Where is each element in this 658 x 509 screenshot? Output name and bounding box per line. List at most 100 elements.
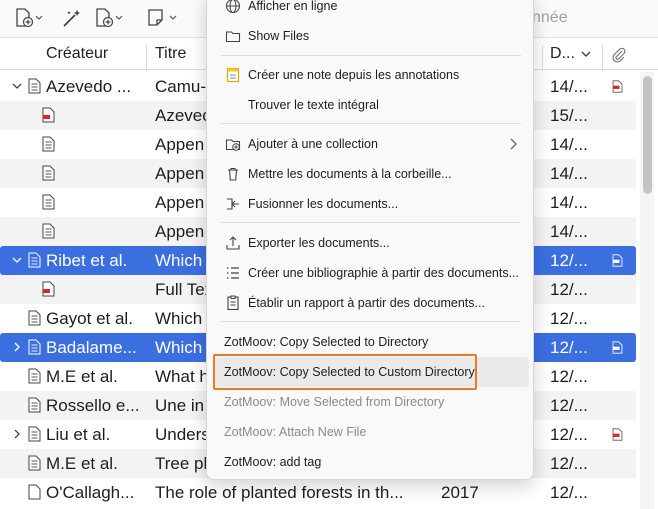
- cell-date: 14/...: [550, 222, 588, 241]
- snapshot-attachment-icon[interactable]: [612, 341, 623, 354]
- document-icon: [28, 426, 41, 442]
- document-icon: [28, 455, 41, 471]
- menu-note-from-annotations[interactable]: Créer une note depuis les annotations: [213, 60, 529, 90]
- note-icon: [226, 67, 240, 83]
- trash-icon: [228, 167, 238, 181]
- table-row[interactable]: O'Callagh... The role of planted forests …: [0, 478, 636, 507]
- cell-date: 14/...: [550, 193, 588, 212]
- menu-separator: [221, 321, 521, 322]
- globe-icon: [225, 0, 241, 14]
- cell-date: 14/...: [550, 164, 588, 183]
- menu-separator: [221, 55, 521, 56]
- menu-label: Ajouter à une collection: [248, 137, 378, 151]
- chevron-down-icon[interactable]: [12, 255, 22, 265]
- cell-date: 15/...: [550, 106, 588, 125]
- menu-find-full-text[interactable]: Trouver le texte intégral: [213, 90, 529, 120]
- cell-date: 12/...: [550, 367, 588, 386]
- cell-creator: Badalame...: [46, 338, 137, 357]
- cell-title: Tree pl: [155, 454, 208, 473]
- document-icon: [42, 165, 55, 181]
- menu-label: ZotMoov: add tag: [224, 455, 322, 469]
- chevron-down-icon[interactable]: [12, 81, 22, 91]
- cell-creator: Rossello e...: [46, 396, 140, 415]
- menu-add-to-collection[interactable]: Ajouter à une collection: [213, 129, 529, 159]
- menu-label: ZotMoov: Copy Selected to Directory: [224, 335, 429, 349]
- menu-move-to-trash[interactable]: Mettre les documents à la corbeille...: [213, 159, 529, 189]
- menu-export[interactable]: Exporter les documents...: [213, 228, 529, 258]
- column-date-label: D...: [550, 45, 575, 62]
- cell-year: 2017: [441, 483, 479, 502]
- document-icon: [28, 339, 41, 355]
- snapshot-attachment-icon[interactable]: [612, 254, 623, 267]
- cell-title: What h: [155, 367, 209, 386]
- menu-label: ZotMoov: Attach New File: [224, 425, 367, 439]
- cell-title: Camu-: [155, 77, 207, 96]
- cell-creator: Liu et al.: [46, 425, 111, 444]
- cell-title: Appen: [155, 193, 205, 212]
- chevron-right-icon: [510, 138, 517, 150]
- chevron-right-icon[interactable]: [12, 342, 22, 352]
- menu-label: Trouver le texte intégral: [248, 98, 379, 112]
- bibliography-list-icon: [227, 267, 239, 279]
- folder-icon: [225, 31, 241, 43]
- cell-creator: Ribet et al.: [46, 251, 128, 270]
- menu-label: Mettre les documents à la corbeille...: [248, 167, 452, 181]
- new-item-button[interactable]: [14, 7, 44, 29]
- cell-date: 12/...: [550, 425, 588, 444]
- column-date[interactable]: D...: [550, 45, 591, 63]
- magic-wand-icon: [63, 10, 80, 27]
- scrollbar-thumb[interactable]: [643, 76, 652, 194]
- cell-title: Appen: [155, 222, 205, 241]
- column-divider[interactable]: [146, 45, 147, 71]
- column-title[interactable]: Titre: [155, 45, 186, 63]
- collection-add-icon: [225, 139, 241, 151]
- document-icon: [42, 136, 55, 152]
- menu-zotmoov-copy[interactable]: ZotMoov: Copy Selected to Directory: [213, 327, 529, 357]
- menu-view-online[interactable]: Afficher en ligne: [213, 0, 529, 21]
- cell-title: Unders: [155, 425, 210, 444]
- menu-separator: [221, 222, 521, 223]
- add-attachment-icon: [96, 8, 123, 28]
- cell-date: 14/...: [550, 77, 588, 96]
- cell-title: Azevec: [155, 106, 211, 125]
- search-input[interactable]: nnée: [532, 9, 568, 27]
- menu-create-bibliography[interactable]: Créer une bibliographie à partir des doc…: [213, 258, 529, 288]
- menu-label: Show Files: [248, 29, 310, 43]
- cell-creator: Gayot et al.: [46, 309, 133, 328]
- cell-title: Which: [155, 338, 203, 357]
- pdf-file-icon: [42, 281, 55, 297]
- cell-date: 12/...: [550, 483, 588, 502]
- menu-merge[interactable]: Fusionner les documents...: [213, 189, 529, 219]
- column-creator[interactable]: Créateur: [46, 45, 108, 63]
- column-divider[interactable]: [602, 45, 603, 71]
- cell-date: 12/...: [550, 338, 588, 357]
- document-icon: [28, 78, 41, 94]
- menu-show-files[interactable]: Show Files: [213, 21, 529, 51]
- pdf-attachment-icon[interactable]: [612, 80, 623, 93]
- magic-wand-button[interactable]: [60, 7, 84, 29]
- menu-zotmoov-add-tag[interactable]: ZotMoov: add tag: [213, 447, 529, 477]
- new-note-button[interactable]: [146, 7, 180, 29]
- cell-title: Appen: [155, 135, 205, 154]
- pdf-attachment-icon[interactable]: [612, 428, 623, 441]
- menu-separator: [221, 123, 521, 124]
- merge-icon: [227, 198, 239, 210]
- new-item-icon: [16, 8, 43, 28]
- column-divider[interactable]: [542, 45, 543, 71]
- menu-label: Exporter les documents...: [248, 236, 390, 250]
- document-icon: [28, 310, 41, 326]
- cell-title: Full Tex: [155, 280, 214, 299]
- cell-creator: O'Callagh...: [46, 483, 135, 502]
- menu-label: Fusionner les documents...: [248, 197, 399, 211]
- menu-create-report[interactable]: Établir un rapport à partir des document…: [213, 288, 529, 318]
- add-attachment-button[interactable]: [94, 7, 124, 29]
- chevron-right-icon[interactable]: [12, 429, 22, 439]
- cell-title: Une in: [155, 396, 205, 415]
- document-icon: [42, 223, 55, 239]
- column-attachments[interactable]: [611, 47, 627, 68]
- export-icon: [226, 236, 240, 250]
- document-icon: [28, 368, 41, 384]
- cell-title: The role of planted forests in th...: [155, 483, 404, 502]
- menu-label: ZotMoov: Move Selected from Directory: [224, 395, 445, 409]
- cell-creator: M.E et al.: [46, 454, 118, 473]
